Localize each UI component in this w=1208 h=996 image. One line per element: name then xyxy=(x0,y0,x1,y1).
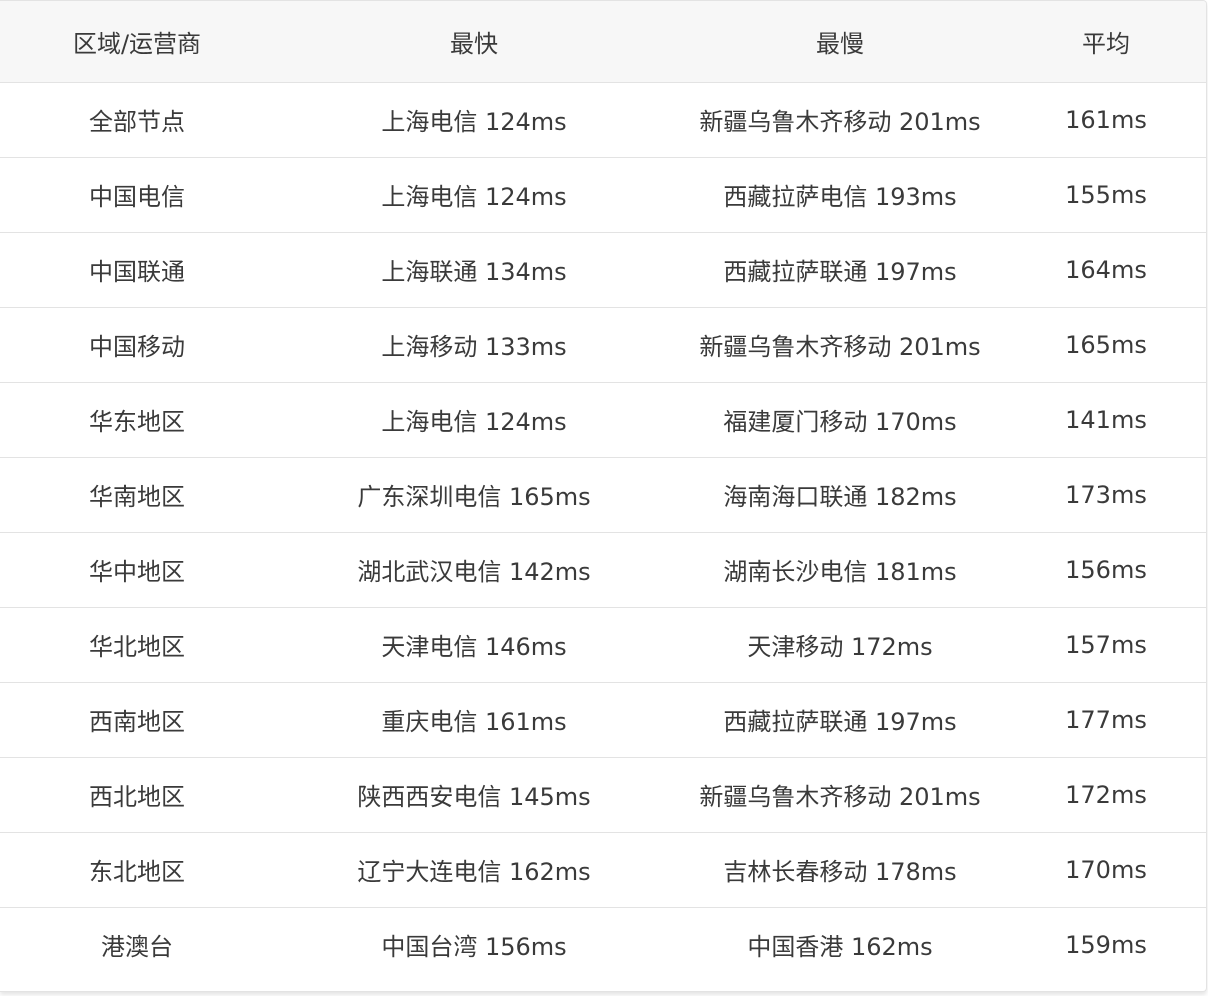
table-row: 港澳台 中国台湾 156ms 中国香港 162ms 159ms xyxy=(0,907,1206,982)
region-cell: 中国移动 xyxy=(0,307,274,383)
average-cell: 161ms xyxy=(1006,82,1206,158)
slowest-cell: 海南海口联通 182ms xyxy=(674,457,1006,533)
average-cell: 159ms xyxy=(1065,930,1147,959)
fastest-cell: 陕西西安电信 145ms xyxy=(274,757,674,833)
average-cell: 177ms xyxy=(1006,682,1206,758)
fastest-cell: 天津电信 146ms xyxy=(274,607,674,683)
table-row: 东北地区 辽宁大连电信 162ms 吉林长春移动 178ms 170ms xyxy=(0,832,1206,908)
column-header-slowest: 最慢 xyxy=(674,1,1006,83)
region-cell: 中国联通 xyxy=(0,232,274,308)
table-row: 全部节点 上海电信 124ms 新疆乌鲁木齐移动 201ms 161ms xyxy=(0,82,1206,158)
average-cell: 141ms xyxy=(1006,382,1206,458)
region-cell: 华东地区 xyxy=(0,382,274,458)
latency-table: 区域/运营商 最快 最慢 平均 全部节点 上海电信 124ms 新疆乌鲁木齐移动… xyxy=(0,1,1206,982)
table-row: 中国移动 上海移动 133ms 新疆乌鲁木齐移动 201ms 165ms xyxy=(0,307,1206,383)
column-header-region: 区域/运营商 xyxy=(0,1,274,83)
average-cell: 157ms xyxy=(1006,607,1206,683)
table-row: 中国电信 上海电信 124ms 西藏拉萨电信 193ms 155ms xyxy=(0,157,1206,233)
region-cell: 西南地区 xyxy=(0,682,274,758)
table-body: 全部节点 上海电信 124ms 新疆乌鲁木齐移动 201ms 161ms 中国电… xyxy=(0,82,1206,982)
table-row: 华东地区 上海电信 124ms 福建厦门移动 170ms 141ms xyxy=(0,382,1206,458)
fastest-cell: 广东深圳电信 165ms xyxy=(274,457,674,533)
table-header: 区域/运营商 最快 最慢 平均 xyxy=(0,1,1206,83)
fastest-cell: 辽宁大连电信 162ms xyxy=(274,832,674,908)
region-cell: 东北地区 xyxy=(0,832,274,908)
fastest-cell: 中国台湾 156ms xyxy=(381,933,567,962)
table-row: 西南地区 重庆电信 161ms 西藏拉萨联通 197ms 177ms xyxy=(0,682,1206,758)
average-cell: 155ms xyxy=(1006,157,1206,233)
region-cell: 港澳台 xyxy=(101,933,173,962)
fastest-cell: 上海移动 133ms xyxy=(274,307,674,383)
table-row: 华中地区 湖北武汉电信 142ms 湖南长沙电信 181ms 156ms xyxy=(0,532,1206,608)
average-cell: 172ms xyxy=(1006,757,1206,833)
slowest-cell: 新疆乌鲁木齐移动 201ms xyxy=(674,82,1006,158)
slowest-cell: 天津移动 172ms xyxy=(674,607,1006,683)
fastest-cell: 湖北武汉电信 142ms xyxy=(274,532,674,608)
region-cell: 全部节点 xyxy=(0,82,274,158)
average-cell: 156ms xyxy=(1006,532,1206,608)
column-header-average: 平均 xyxy=(1006,1,1206,83)
fastest-cell: 上海电信 124ms xyxy=(274,82,674,158)
table-row: 华南地区 广东深圳电信 165ms 海南海口联通 182ms 173ms xyxy=(0,457,1206,533)
fastest-cell: 上海电信 124ms xyxy=(274,157,674,233)
slowest-cell: 西藏拉萨联通 197ms xyxy=(674,682,1006,758)
latency-table-container: 区域/运营商 最快 最慢 平均 全部节点 上海电信 124ms 新疆乌鲁木齐移动… xyxy=(0,0,1207,992)
fastest-cell: 上海电信 124ms xyxy=(274,382,674,458)
average-cell: 164ms xyxy=(1006,232,1206,308)
slowest-cell: 新疆乌鲁木齐移动 201ms xyxy=(674,757,1006,833)
region-cell: 华北地区 xyxy=(0,607,274,683)
slowest-cell: 西藏拉萨电信 193ms xyxy=(674,157,1006,233)
slowest-cell: 新疆乌鲁木齐移动 201ms xyxy=(674,307,1006,383)
column-header-fastest: 最快 xyxy=(274,1,674,83)
fastest-cell: 上海联通 134ms xyxy=(274,232,674,308)
fastest-cell: 重庆电信 161ms xyxy=(274,682,674,758)
table-row: 华北地区 天津电信 146ms 天津移动 172ms 157ms xyxy=(0,607,1206,683)
region-cell: 中国电信 xyxy=(0,157,274,233)
slowest-cell: 西藏拉萨联通 197ms xyxy=(674,232,1006,308)
average-cell: 170ms xyxy=(1006,832,1206,908)
slowest-cell: 福建厦门移动 170ms xyxy=(674,382,1006,458)
table-row: 中国联通 上海联通 134ms 西藏拉萨联通 197ms 164ms xyxy=(0,232,1206,308)
region-cell: 华南地区 xyxy=(0,457,274,533)
region-cell: 华中地区 xyxy=(0,532,274,608)
slowest-cell: 吉林长春移动 178ms xyxy=(674,832,1006,908)
region-cell: 西北地区 xyxy=(0,757,274,833)
average-cell: 165ms xyxy=(1006,307,1206,383)
header-row: 区域/运营商 最快 最慢 平均 xyxy=(0,1,1206,83)
slowest-cell: 湖南长沙电信 181ms xyxy=(674,532,1006,608)
table-row: 西北地区 陕西西安电信 145ms 新疆乌鲁木齐移动 201ms 172ms xyxy=(0,757,1206,833)
slowest-cell: 中国香港 162ms xyxy=(747,933,933,962)
average-cell: 173ms xyxy=(1006,457,1206,533)
